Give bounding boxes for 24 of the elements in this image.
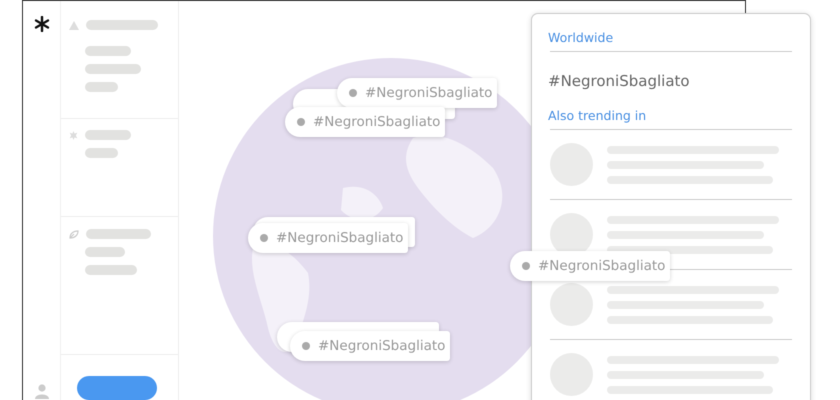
map-tag[interactable]: #NegroniSbagliato <box>248 223 408 253</box>
trend-title: #NegroniSbagliato <box>548 72 691 90</box>
placeholder-bar <box>85 265 137 276</box>
placeholder-bar <box>85 46 131 56</box>
map-tag[interactable]: #NegroniSbagliato <box>510 251 670 281</box>
asterisk-icon <box>34 16 50 32</box>
placeholder-bar <box>85 130 131 140</box>
placeholder-bar <box>85 148 118 158</box>
user-icon[interactable] <box>34 384 48 399</box>
placeholder-bar <box>85 64 141 74</box>
map-tag[interactable]: #NegroniSbagliato <box>337 78 497 108</box>
location-link[interactable]: Worldwide <box>548 30 792 45</box>
primary-button[interactable] <box>77 376 157 400</box>
map-tag[interactable]: #NegroniSbagliato <box>290 331 450 361</box>
placeholder-bar <box>85 247 125 258</box>
burst-icon[interactable] <box>69 130 78 140</box>
leaf-icon[interactable] <box>69 230 79 239</box>
section-heading: Also trending in <box>548 108 648 123</box>
map-tag[interactable]: #NegroniSbagliato <box>285 107 445 137</box>
avatar-placeholder <box>550 283 593 326</box>
placeholder-bar <box>85 82 118 92</box>
triangle-icon[interactable] <box>69 20 79 30</box>
placeholder-bar <box>86 20 158 30</box>
placeholder-bar <box>86 229 151 240</box>
